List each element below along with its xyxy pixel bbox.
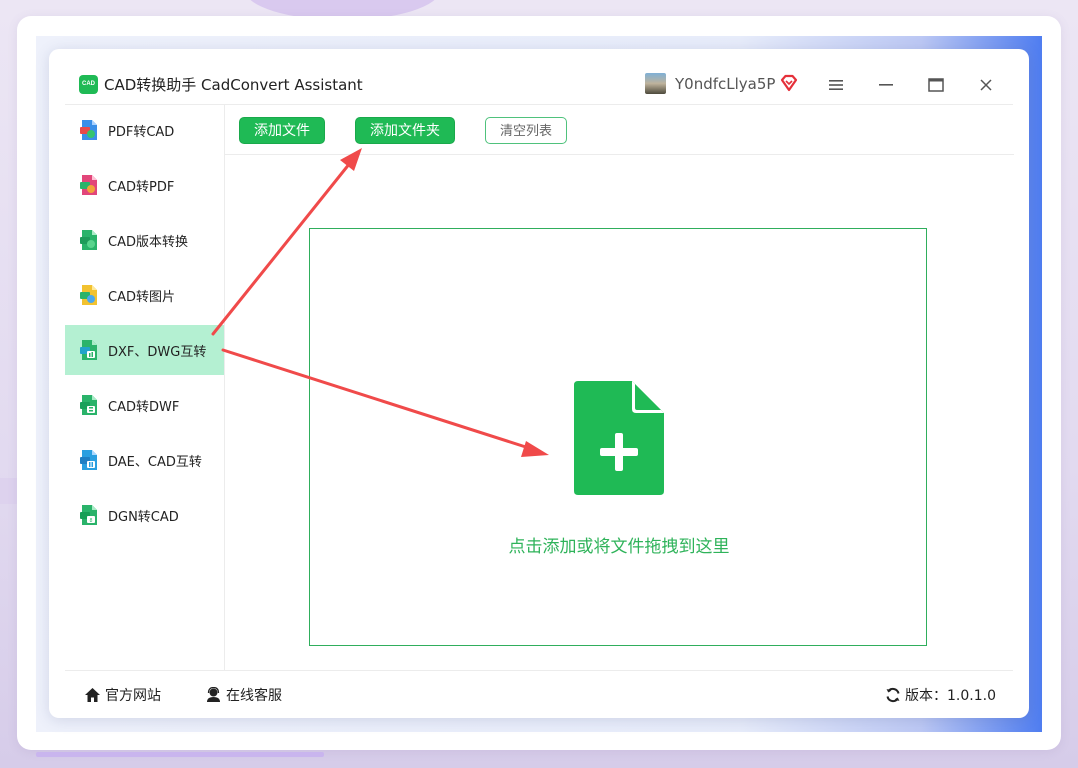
refresh-icon: [886, 687, 900, 703]
sidebar: PDF转CAD CAD转PDF CAD版本转换 CAD转图片 DXF、DWG互转…: [65, 105, 225, 670]
vip-diamond-icon[interactable]: [779, 73, 799, 93]
sidebar-item-label: CAD转图片: [108, 289, 175, 305]
drop-hint-text: 点击添加或将文件拖拽到这里: [508, 537, 730, 557]
menu-button[interactable]: [825, 74, 847, 96]
toolbar: 添加文件 添加文件夹 清空列表: [224, 105, 1014, 155]
pdf-to-cad-icon: [80, 120, 97, 140]
dgn-to-cad-icon: 8: [80, 505, 97, 525]
version-info: 版本：1.0.1.0: [885, 685, 996, 705]
maximize-button[interactable]: [925, 74, 947, 96]
user-avatar[interactable]: [645, 73, 666, 94]
app-title: CAD转换助手 CadConvert Assistant: [104, 76, 363, 94]
add-file-button[interactable]: 添加文件: [239, 117, 325, 144]
minimize-button[interactable]: [875, 74, 897, 96]
svg-text:8: 8: [90, 518, 93, 524]
dae-cad-convert-icon: [80, 450, 97, 470]
sidebar-item-cad-to-dwf[interactable]: CAD转DWF: [65, 380, 224, 430]
add-file-icon: [574, 381, 664, 495]
sidebar-item-label: CAD转PDF: [108, 179, 175, 195]
hamburger-icon: [829, 80, 843, 90]
home-icon: [85, 688, 100, 702]
official-website-link[interactable]: 官方网站: [84, 685, 161, 705]
cad-version-convert-icon: [80, 230, 97, 250]
sidebar-item-label: CAD版本转换: [108, 234, 188, 250]
sidebar-item-cad-version-convert[interactable]: CAD版本转换: [65, 215, 224, 265]
clear-list-button[interactable]: 清空列表: [485, 117, 567, 144]
sidebar-item-label: DAE、CAD互转: [108, 454, 202, 470]
sidebar-item-label: PDF转CAD: [108, 124, 175, 140]
sidebar-item-dxf-dwg-convert[interactable]: DXF、DWG互转: [65, 325, 224, 375]
sidebar-item-pdf-to-cad[interactable]: PDF转CAD: [65, 105, 224, 155]
maximize-icon: [928, 78, 944, 92]
online-support-link[interactable]: 在线客服: [205, 685, 282, 705]
minimize-icon: [879, 84, 893, 86]
footer: 官方网站 在线客服 版本：1.0.1.0: [65, 670, 1013, 719]
sidebar-item-dae-cad-convert[interactable]: DAE、CAD互转: [65, 435, 224, 485]
official-website-label: 官方网站: [105, 688, 161, 704]
customer-service-icon: [207, 687, 220, 702]
add-folder-button[interactable]: 添加文件夹: [355, 117, 455, 144]
app-window: CAD CAD转换助手 CadConvert Assistant Y0ndfcL…: [49, 49, 1029, 718]
dxf-dwg-convert-icon: [80, 340, 97, 360]
file-drop-zone[interactable]: 点击添加或将文件拖拽到这里: [309, 228, 927, 646]
sidebar-item-label: DGN转CAD: [108, 509, 179, 525]
sidebar-item-cad-to-image[interactable]: CAD转图片: [65, 270, 224, 320]
version-label: 版本：1.0.1.0: [905, 688, 996, 704]
cad-to-image-icon: [80, 285, 97, 305]
app-logo: CAD: [79, 75, 98, 94]
cad-to-dwf-icon: [80, 395, 97, 415]
sidebar-item-cad-to-pdf[interactable]: CAD转PDF: [65, 160, 224, 210]
close-icon: [980, 79, 992, 91]
close-button[interactable]: [975, 74, 997, 96]
sidebar-item-dgn-to-cad[interactable]: 8 DGN转CAD: [65, 490, 224, 540]
backdrop-underline: [36, 752, 324, 757]
sidebar-item-label: DXF、DWG互转: [108, 344, 207, 360]
title-bar: CAD CAD转换助手 CadConvert Assistant Y0ndfcL…: [49, 49, 1029, 105]
sidebar-item-label: CAD转DWF: [108, 399, 180, 415]
online-support-label: 在线客服: [226, 688, 282, 704]
cad-to-pdf-icon: [80, 175, 97, 195]
user-name[interactable]: Y0ndfcLlya5P: [675, 75, 775, 93]
